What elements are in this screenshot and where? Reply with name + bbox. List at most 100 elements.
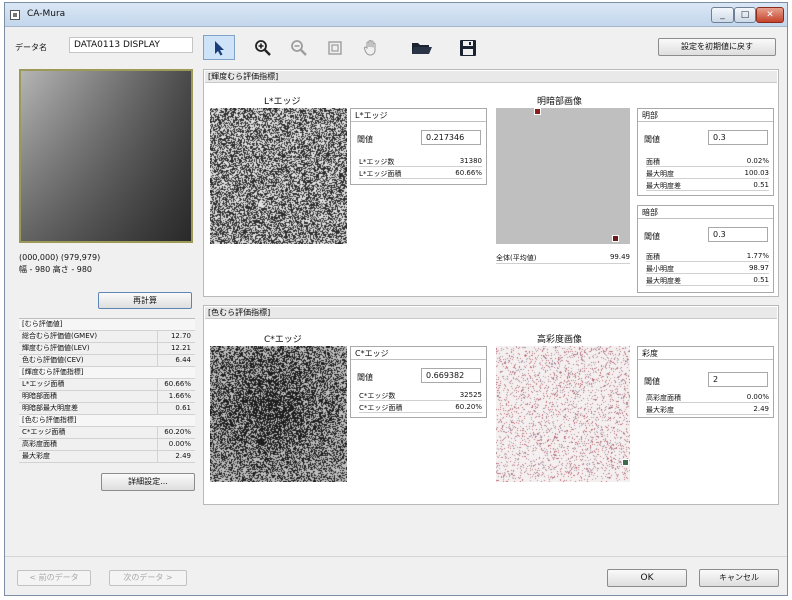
recalculate-button[interactable]: 再計算 xyxy=(98,292,192,309)
preview-coordinates: (000,000) (979,979) xyxy=(19,253,101,262)
bright-max-value: 100.03 xyxy=(744,169,770,177)
eval-label: 輝度むら評価値(LEV) xyxy=(22,344,90,352)
eval-value: 12.70 xyxy=(170,332,191,340)
dark-area-value: 1.77% xyxy=(746,252,769,260)
chroma-box-title: 彩度 xyxy=(638,347,773,360)
chroma-threshold-label: 閾値 xyxy=(644,377,660,386)
dark-min-value: 98.97 xyxy=(748,264,769,272)
next-data-button[interactable]: 次のデータ > xyxy=(109,570,187,586)
eval-section-header: [輝度むら評価指標] xyxy=(19,367,195,379)
close-button[interactable]: ✕ xyxy=(756,7,784,23)
l-edge-threshold-input[interactable]: 0.217346 xyxy=(421,130,481,145)
c-edge-area-row: C*エッジ面積 60.20% xyxy=(359,403,482,413)
reset-defaults-button[interactable]: 設定を初期値に戻す xyxy=(658,38,776,56)
bright-box: 明部 閾値 0.3 面積 0.02% 最大明度 100.03 最大明度差 0.5… xyxy=(637,108,774,196)
c-edge-area-value: 60.20% xyxy=(455,403,482,411)
chroma-box: 彩度 閾値 2 高彩度面積 0.00% 最大彩度 2.49 xyxy=(637,346,774,418)
max-chroma-marker xyxy=(622,459,629,466)
eval-column-divider xyxy=(157,391,158,402)
dark-threshold-input[interactable]: 0.3 xyxy=(708,227,768,242)
zoom-in-icon xyxy=(255,39,271,56)
eval-value: 0.61 xyxy=(175,404,191,412)
l-edge-box-title: L*エッジ xyxy=(351,109,486,122)
eval-label: 色むら評価値(CEV) xyxy=(22,356,84,364)
bright-dark-image[interactable] xyxy=(496,108,630,244)
bright-threshold-input[interactable]: 0.3 xyxy=(708,130,768,145)
c-edge-box: C*エッジ 閾値 0.669382 C*エッジ数 32525 C*エッジ面積 6… xyxy=(350,346,487,418)
dark-area-marker xyxy=(612,235,619,242)
eval-row: 総合むら評価値(GMEV) 12.70 xyxy=(19,331,195,343)
evaluation-list: [むら評価値] 総合むら評価値(GMEV) 12.70 輝度むら評価値(LEV) 12.… xyxy=(19,318,195,463)
eval-label: 明暗部最大明度差 xyxy=(22,404,78,412)
high-chroma-image[interactable] xyxy=(496,346,630,482)
l-edge-image[interactable] xyxy=(210,108,347,244)
eval-row: 明暗部面積 1.66% xyxy=(19,391,195,403)
eval-label: L*エッジ面積 xyxy=(22,380,65,388)
pan-tool-button[interactable] xyxy=(355,35,387,60)
footer-divider xyxy=(5,556,787,557)
maximize-button[interactable]: □ xyxy=(734,7,756,23)
high-chroma-area-label: 高彩度面積 xyxy=(646,394,681,402)
minimize-button[interactable]: _ xyxy=(711,7,734,23)
data-name-field[interactable]: DATA0113 DISPLAY xyxy=(69,37,193,53)
c-edge-image-label: C*エッジ xyxy=(264,335,302,345)
eval-label: [むら評価値] xyxy=(22,320,63,328)
bright-area-label: 面積 xyxy=(646,158,660,166)
title-bar[interactable]: CA-Mura _ □ ✕ xyxy=(5,3,787,27)
l-edge-count-row: L*エッジ数 31380 xyxy=(359,157,482,167)
color-evaluation-panel: [色むら評価指標] C*エッジ C*エッジ 閾値 0.669382 C*エッジ数… xyxy=(203,305,779,505)
folder-open-icon xyxy=(412,42,432,54)
dark-min-row: 最小明度 98.97 xyxy=(646,264,769,274)
zoom-in-button[interactable] xyxy=(247,35,279,60)
c-edge-threshold-label: 閾値 xyxy=(357,373,373,382)
chroma-threshold-input[interactable]: 2 xyxy=(708,372,768,387)
preview-image[interactable] xyxy=(19,69,193,243)
average-value: 99.49 xyxy=(609,253,630,261)
l-edge-count-label: L*エッジ数 xyxy=(359,158,395,166)
fit-view-button[interactable] xyxy=(319,35,351,60)
luminance-evaluation-panel: [輝度むら評価指標] L*エッジ L*エッジ 閾値 0.217346 L*エッジ… xyxy=(203,69,779,297)
dark-threshold-label: 閾値 xyxy=(644,232,660,241)
c-edge-count-label: C*エッジ数 xyxy=(359,392,396,400)
c-edge-image[interactable] xyxy=(210,346,347,482)
zoom-out-button[interactable] xyxy=(283,35,315,60)
app-icon xyxy=(10,10,20,20)
eval-row: 高彩度面積 0.00% xyxy=(19,439,195,451)
select-tool-button[interactable] xyxy=(203,35,235,60)
eval-column-divider xyxy=(157,331,158,342)
bright-diff-row: 最大明度差 0.51 xyxy=(646,181,769,191)
hand-icon xyxy=(363,39,376,56)
eval-label: 明暗部面積 xyxy=(22,392,57,400)
previous-data-button[interactable]: < 前のデータ xyxy=(17,570,91,586)
open-button[interactable] xyxy=(405,35,439,60)
eval-column-divider xyxy=(157,403,158,414)
eval-value: 60.66% xyxy=(164,380,191,388)
ok-button[interactable]: OK xyxy=(607,569,687,587)
bright-box-title: 明部 xyxy=(638,109,773,122)
l-edge-area-value: 60.66% xyxy=(455,169,482,177)
eval-column-divider xyxy=(157,451,158,462)
max-chroma-row: 最大彩度 2.49 xyxy=(646,405,769,415)
bright-max-label: 最大明度 xyxy=(646,170,674,178)
eval-value: 0.00% xyxy=(168,440,191,448)
eval-label: C*エッジ面積 xyxy=(22,428,66,436)
content-area: データ名 DATA0113 DISPLAY 設定を初期値に戻す (000,000… xyxy=(5,28,787,595)
average-row: 全体(平均値) 99.49 xyxy=(496,253,630,264)
l-edge-count-value: 31380 xyxy=(459,157,482,165)
c-edge-threshold-input[interactable]: 0.669382 xyxy=(421,368,481,383)
high-chroma-area-value: 0.00% xyxy=(746,393,769,401)
save-button[interactable] xyxy=(451,35,485,60)
eval-value: 60.20% xyxy=(164,428,191,436)
eval-section-header: [色むら評価指標] xyxy=(19,415,195,427)
eval-column-divider xyxy=(157,439,158,450)
eval-label: 高彩度面積 xyxy=(22,440,57,448)
preview-size: 幅 - 980 高さ - 980 xyxy=(19,265,93,274)
cancel-button[interactable]: キャンセル xyxy=(699,569,779,587)
luminance-panel-title: [輝度むら評価指標] xyxy=(205,71,777,83)
fit-icon xyxy=(328,40,342,55)
detail-settings-button[interactable]: 詳細設定... xyxy=(101,473,195,491)
eval-column-divider xyxy=(157,379,158,390)
c-edge-area-label: C*エッジ面積 xyxy=(359,404,403,412)
high-chroma-area-row: 高彩度面積 0.00% xyxy=(646,393,769,403)
eval-section-header: [むら評価値] xyxy=(19,319,195,331)
